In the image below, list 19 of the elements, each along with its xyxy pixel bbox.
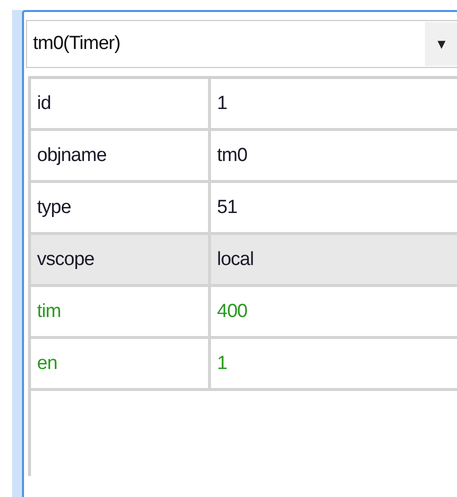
property-name: type (31, 183, 211, 232)
property-name: en (31, 339, 211, 388)
property-row[interactable]: en 1 (31, 339, 457, 391)
property-name: objname (31, 131, 211, 180)
property-name: vscope (31, 235, 211, 284)
property-row[interactable]: tim 400 (31, 287, 457, 339)
property-value: 1 (216, 92, 228, 116)
property-value: 1 (216, 352, 228, 376)
property-value: 400 (216, 300, 248, 324)
property-value: local (216, 248, 255, 272)
property-value: tm0 (216, 144, 248, 168)
dropdown-value: tm0(Timer) (33, 33, 122, 55)
property-value: 51 (216, 196, 238, 220)
property-row[interactable]: objname tm0 (31, 131, 457, 183)
property-row[interactable]: vscope local (31, 235, 457, 287)
object-dropdown[interactable]: tm0(Timer) ▾ (26, 20, 457, 68)
property-name: tim (31, 287, 211, 336)
property-name: id (31, 79, 211, 128)
property-row[interactable]: id 1 (31, 79, 457, 131)
